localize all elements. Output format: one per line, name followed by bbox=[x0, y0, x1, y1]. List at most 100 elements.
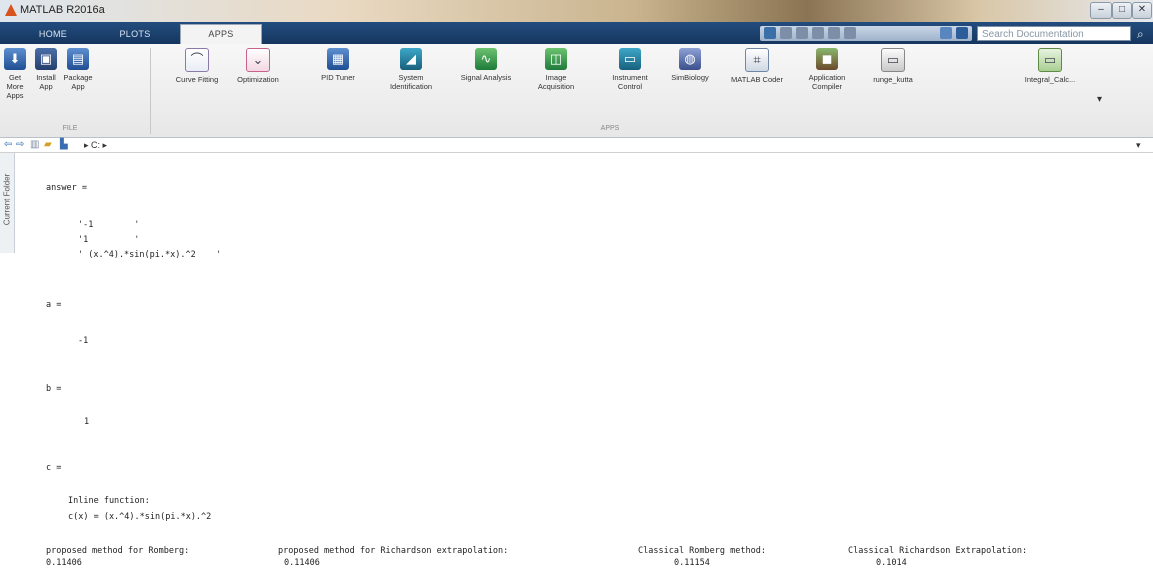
system-identification-label: System Identification bbox=[389, 73, 433, 91]
output-line: Inline function: bbox=[68, 496, 150, 506]
runge-kutta-label: runge_kutta bbox=[873, 75, 913, 84]
output-line: '1 ' bbox=[78, 235, 140, 245]
simbiology-label: SimBiology bbox=[671, 73, 709, 82]
output-line: 0.11406 bbox=[284, 558, 320, 568]
title-bar: MATLAB R2016a – □ ✕ bbox=[0, 0, 1153, 22]
search-documentation-input[interactable]: Search Documentation bbox=[977, 26, 1131, 41]
minimize-button[interactable]: – bbox=[1090, 2, 1112, 19]
section-divider bbox=[150, 48, 151, 134]
current-folder-address-bar: ⇦ ⇨ ▥ ▰ ▙ ▸ C: ▸ ▾ bbox=[0, 138, 1153, 153]
tab-apps[interactable]: APPS bbox=[180, 24, 262, 45]
system-identification-app[interactable]: ◢ System Identification bbox=[380, 48, 442, 91]
matlab-coder-icon: ⌗ bbox=[745, 48, 769, 72]
package-icon: ▤ bbox=[67, 48, 89, 70]
matlab-coder-app[interactable]: ⌗ MATLAB Coder bbox=[726, 48, 788, 84]
output-line: 0.11406 bbox=[46, 558, 82, 568]
maximize-button[interactable]: □ bbox=[1112, 2, 1132, 19]
output-line: Classical Romberg method: bbox=[638, 546, 766, 556]
curve-fitting-app[interactable]: ⌒ Curve Fitting bbox=[168, 48, 226, 84]
apps-ribbon: ⬇ Get More Apps ▣ Install App ▤ Package … bbox=[0, 44, 1153, 138]
integral-calc-app[interactable]: ▭ Integral_Calc... bbox=[1020, 48, 1080, 84]
image-acquisition-label: Image Acquisition bbox=[537, 73, 575, 91]
paste-icon[interactable] bbox=[812, 27, 824, 39]
output-line: ' (x.^4).*sin(pi.*x).^2 ' bbox=[78, 250, 222, 260]
system-identification-icon: ◢ bbox=[400, 48, 422, 70]
back-arrow-icon[interactable]: ⇦ bbox=[4, 140, 12, 150]
optimization-icon: ⌄ bbox=[246, 48, 270, 72]
instrument-control-app[interactable]: ▭ Instrument Control bbox=[604, 48, 656, 91]
signal-analysis-icon: ∿ bbox=[475, 48, 497, 70]
instrument-control-label: Instrument Control bbox=[612, 73, 648, 91]
instrument-control-icon: ▭ bbox=[619, 48, 641, 70]
command-window[interactable]: answer = '-1 ' '1 ' ' (x.^4).*sin(pi.*x)… bbox=[16, 153, 1153, 570]
address-dropdown-icon[interactable]: ▾ bbox=[1136, 140, 1141, 150]
output-line: 0.11154 bbox=[674, 558, 710, 568]
output-line: proposed method for Romberg: bbox=[46, 546, 190, 556]
search-icon[interactable]: ⌕ bbox=[1137, 27, 1144, 42]
quick-access-toolbar bbox=[760, 26, 972, 41]
current-folder-panel-label: Current Folder bbox=[2, 173, 12, 226]
output-line: proposed method for Richardson extrapola… bbox=[278, 546, 509, 556]
ribbon-tab-strip: HOME PLOTS APPS Search Documentation ⌕ bbox=[0, 22, 1153, 45]
integral-calc-app-icon: ▭ bbox=[1038, 48, 1062, 72]
output-line: a = bbox=[46, 300, 62, 310]
output-line: -1 bbox=[78, 336, 89, 346]
output-line: '-1 ' bbox=[78, 220, 140, 230]
matlab-coder-label: MATLAB Coder bbox=[731, 75, 783, 84]
matlab-logo-icon bbox=[5, 4, 17, 16]
tab-home[interactable]: HOME bbox=[28, 25, 78, 44]
curve-fitting-label: Curve Fitting bbox=[175, 75, 219, 84]
current-folder-path[interactable]: ▸ C: ▸ bbox=[84, 140, 107, 150]
install-icon: ▣ bbox=[35, 48, 57, 70]
download-icon: ⬇ bbox=[4, 48, 26, 70]
apps-section-label: APPS bbox=[600, 125, 620, 132]
image-acquisition-icon: ◫ bbox=[545, 48, 567, 70]
current-folder-side-panel[interactable]: Current Folder bbox=[0, 153, 15, 253]
output-line: b = bbox=[46, 384, 62, 394]
image-acquisition-app[interactable]: ◫ Image Acquisition bbox=[528, 48, 584, 91]
output-line: answer = bbox=[46, 183, 87, 193]
package-app-button[interactable]: ▤ Package App bbox=[62, 48, 94, 91]
browse-folder-icon[interactable]: ▰ bbox=[44, 140, 52, 150]
curve-fitting-icon: ⌒ bbox=[185, 48, 209, 72]
window-title: MATLAB R2016a bbox=[20, 4, 105, 16]
optimization-app[interactable]: ⌄ Optimization bbox=[234, 48, 282, 84]
copy-icon[interactable] bbox=[796, 27, 808, 39]
integral-calc-label: Integral_Calc... bbox=[1024, 75, 1076, 84]
install-app-label: Install App bbox=[36, 73, 56, 91]
simbiology-app[interactable]: ◍ SimBiology bbox=[666, 48, 714, 82]
signal-analysis-app[interactable]: ∿ Signal Analysis bbox=[456, 48, 516, 82]
pid-tuner-icon: ▦ bbox=[327, 48, 349, 70]
get-more-apps-label: Get More Apps bbox=[6, 73, 24, 100]
pid-tuner-label: PID Tuner bbox=[321, 73, 355, 82]
output-line: c(x) = (x.^4).*sin(pi.*x).^2 bbox=[68, 512, 212, 522]
help-icon[interactable] bbox=[956, 27, 968, 39]
output-line: c = bbox=[46, 463, 62, 473]
application-compiler-icon: ◼ bbox=[816, 48, 838, 70]
tab-plots[interactable]: PLOTS bbox=[110, 25, 160, 44]
install-app-button[interactable]: ▣ Install App bbox=[32, 48, 60, 91]
forward-arrow-icon[interactable]: ⇨ bbox=[16, 140, 24, 150]
output-line: Classical Richardson Extrapolation: bbox=[848, 546, 1028, 556]
save-icon[interactable] bbox=[764, 27, 776, 39]
redo-icon[interactable] bbox=[844, 27, 856, 39]
application-compiler-label: Application Compiler bbox=[808, 73, 846, 91]
simbiology-icon: ◍ bbox=[679, 48, 701, 70]
apps-gallery-more-icon[interactable]: ▾ bbox=[1097, 94, 1102, 105]
drive-icon: ▙ bbox=[60, 139, 68, 150]
runge-kutta-app-icon: ▭ bbox=[881, 48, 905, 72]
signal-analysis-label: Signal Analysis bbox=[460, 73, 512, 82]
community-icon[interactable] bbox=[940, 27, 952, 39]
cut-icon[interactable] bbox=[780, 27, 792, 39]
package-app-label: Package App bbox=[63, 73, 93, 91]
pid-tuner-app[interactable]: ▦ PID Tuner bbox=[316, 48, 360, 82]
up-folder-icon[interactable]: ▥ bbox=[30, 140, 39, 150]
output-line: 1 bbox=[84, 417, 90, 427]
file-section-label: FILE bbox=[62, 125, 78, 132]
optimization-label: Optimization bbox=[237, 75, 279, 84]
application-compiler-app[interactable]: ◼ Application Compiler bbox=[798, 48, 856, 91]
runge-kutta-app[interactable]: ▭ runge_kutta bbox=[868, 48, 918, 84]
close-button[interactable]: ✕ bbox=[1132, 2, 1152, 19]
get-more-apps-button[interactable]: ⬇ Get More Apps bbox=[0, 48, 30, 100]
undo-icon[interactable] bbox=[828, 27, 840, 39]
